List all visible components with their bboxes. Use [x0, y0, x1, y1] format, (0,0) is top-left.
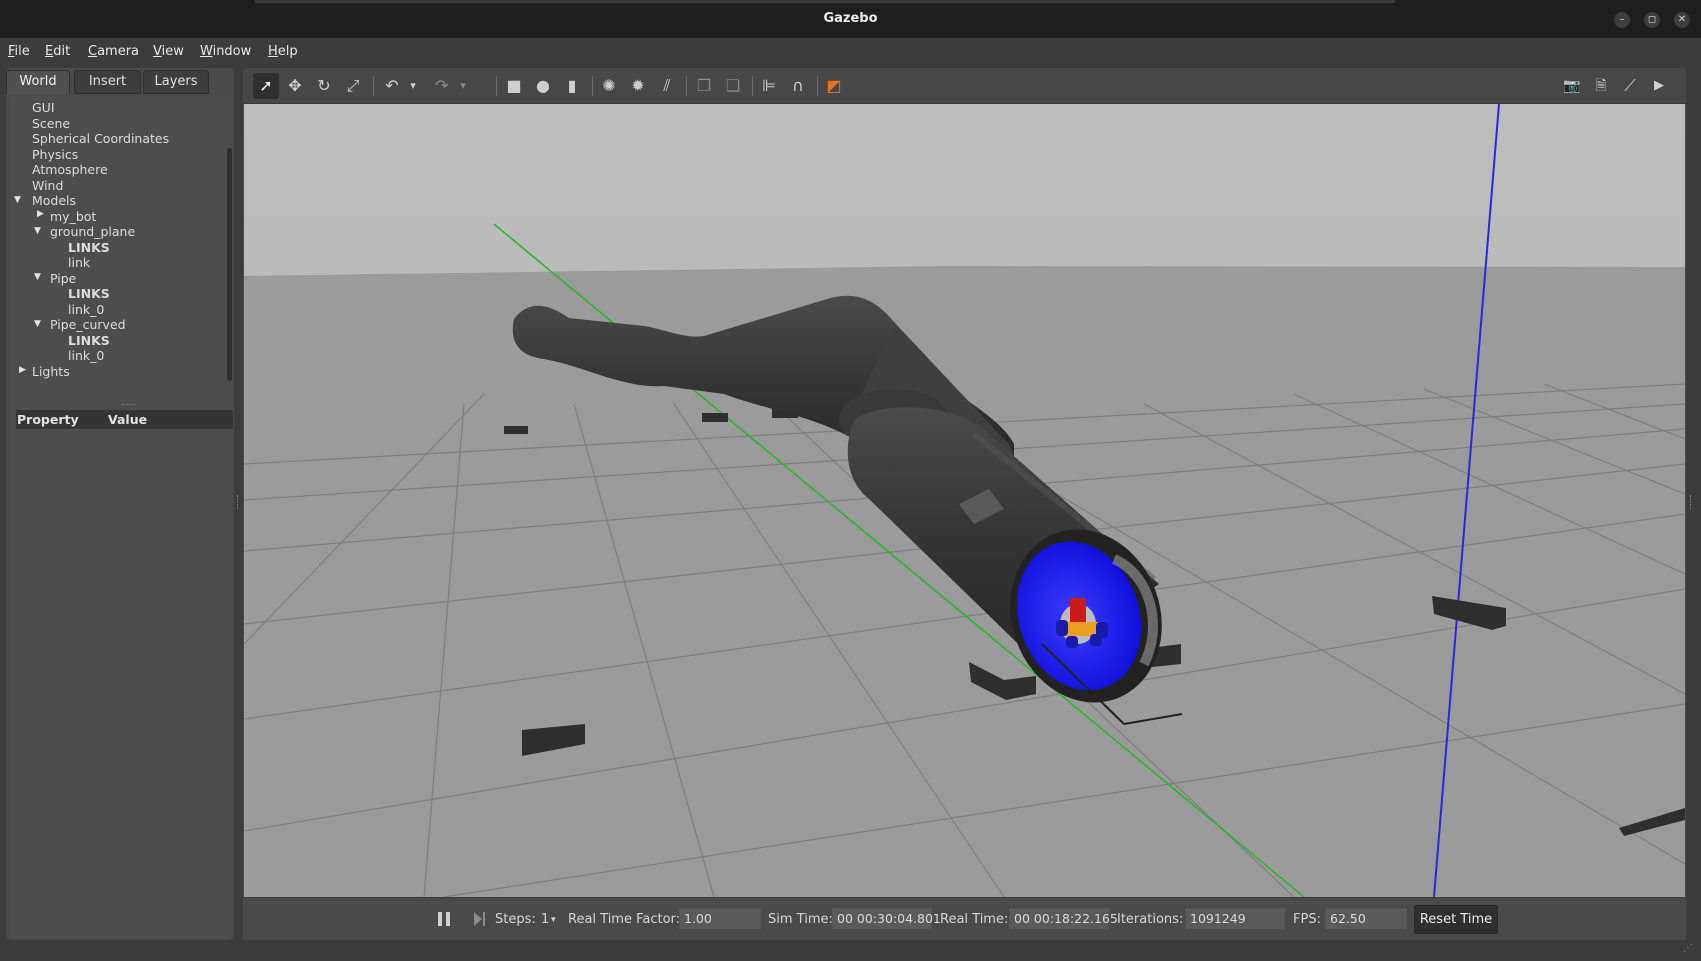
- steps-dropdown-icon[interactable]: ▾: [551, 915, 556, 925]
- fps-label: FPS:: [1293, 912, 1321, 927]
- tree-item-pipe[interactable]: Pipe: [50, 271, 76, 286]
- steps-label: Steps:: [495, 912, 536, 927]
- simulation-status-bar: Steps: 1 ▾ Real Time Factor: 1.00 Sim Ti…: [243, 897, 1686, 940]
- scale-mode-icon[interactable]: ⤢: [340, 73, 366, 99]
- tree-item-links-header: LINKS: [68, 239, 110, 255]
- select-mode-icon[interactable]: ➚: [253, 73, 279, 99]
- tree-item-physics[interactable]: Physics: [32, 147, 78, 162]
- snap-icon[interactable]: ∩: [785, 73, 811, 99]
- window-resize-grip[interactable]: ⋰: [1683, 943, 1695, 955]
- menu-edit[interactable]: Edit: [45, 44, 70, 59]
- pause-icon[interactable]: [435, 909, 453, 929]
- step-icon[interactable]: [471, 909, 489, 929]
- world-tree: GUI Scene Spherical Coordinates Physics …: [10, 96, 233, 938]
- window-tab-strip: [255, 0, 1395, 3]
- translate-mode-icon[interactable]: ✥: [282, 73, 308, 99]
- reset-time-button[interactable]: Reset Time: [1414, 905, 1498, 934]
- sim-time-label: Sim Time:: [768, 912, 833, 927]
- undo-history-dropdown-icon[interactable]: ▾: [406, 73, 420, 99]
- menu-bar: File Edit Camera View Window Help: [0, 38, 1701, 66]
- property-table-header: Property Value: [16, 410, 233, 429]
- undo-icon[interactable]: ↶: [379, 73, 405, 99]
- screenshot-icon[interactable]: 📷: [1559, 73, 1585, 99]
- tree-scrollbar[interactable]: [227, 148, 232, 381]
- expand-lights-icon[interactable]: ▶: [19, 365, 26, 375]
- real-time-factor-label: Real Time Factor:: [568, 912, 681, 927]
- copy-icon[interactable]: ❐: [691, 73, 717, 99]
- tree-item-my-bot[interactable]: my_bot: [50, 209, 96, 224]
- right-splitter-handle[interactable]: [1690, 495, 1693, 509]
- tree-item-atmosphere[interactable]: Atmosphere: [32, 162, 108, 177]
- iterations-field: 1091249: [1185, 908, 1285, 929]
- left-splitter-handle[interactable]: [237, 495, 240, 509]
- left-panel-tabs: World Insert Layers: [6, 68, 234, 95]
- tab-layers[interactable]: Layers: [143, 70, 209, 94]
- main-viewport-area: ➚ ✥ ↻ ⤢ ↶ ▾ ↷ ▾ ■ ● ▮ ✺ ✹ ⫽ ❐ ❏ ⊫ ∩ ◩ 📷: [243, 68, 1686, 940]
- menu-view[interactable]: View: [153, 44, 184, 59]
- close-button[interactable]: ✕: [1674, 12, 1690, 28]
- tree-item-scene[interactable]: Scene: [32, 116, 70, 131]
- sphere-shape-icon[interactable]: ●: [530, 73, 556, 99]
- toolbar: ➚ ✥ ↻ ⤢ ↶ ▾ ↷ ▾ ■ ● ▮ ✺ ✹ ⫽ ❐ ❏ ⊫ ∩ ◩ 📷: [243, 68, 1686, 104]
- real-time-factor-field: 1.00: [679, 908, 761, 929]
- left-panel: World Insert Layers GUI Scene Spherical …: [6, 68, 234, 940]
- video-record-icon[interactable]: ▶: [1646, 73, 1672, 99]
- tree-item-wind[interactable]: Wind: [32, 178, 63, 193]
- tree-item-link-0[interactable]: link_0: [68, 348, 104, 363]
- tree-item-ground-plane[interactable]: ground_plane: [50, 224, 135, 239]
- tree-item-links-header: LINKS: [68, 332, 110, 348]
- box-shape-icon[interactable]: ■: [501, 73, 527, 99]
- minimize-button[interactable]: –: [1614, 12, 1630, 28]
- menu-camera[interactable]: Camera: [88, 44, 139, 59]
- log-icon[interactable]: 🗎: [1588, 73, 1614, 99]
- maximize-button[interactable]: ◻: [1644, 12, 1660, 28]
- real-time-field: 00 00:18:22.165: [1009, 908, 1118, 929]
- tab-world[interactable]: World: [6, 70, 70, 94]
- paste-icon[interactable]: ❏: [720, 73, 746, 99]
- expand-models-icon[interactable]: ▼: [14, 195, 21, 205]
- real-time-label: Real Time:: [940, 912, 1009, 927]
- align-icon[interactable]: ⊫: [756, 73, 782, 99]
- menu-help[interactable]: Help: [268, 44, 298, 59]
- rotate-mode-icon[interactable]: ↻: [311, 73, 337, 99]
- tree-item-gui[interactable]: GUI: [32, 100, 55, 115]
- directional-light-icon[interactable]: ⫽: [654, 73, 680, 99]
- expand-pipe-curved-icon[interactable]: ▼: [34, 319, 41, 329]
- cylinder-shape-icon[interactable]: ▮: [559, 73, 585, 99]
- expand-my-bot-icon[interactable]: ▶: [37, 209, 44, 219]
- tree-item-spherical-coordinates[interactable]: Spherical Coordinates: [32, 131, 169, 146]
- tree-item-link-0[interactable]: link_0: [68, 302, 104, 317]
- menu-window[interactable]: Window: [200, 44, 251, 59]
- window-title: Gazebo: [823, 11, 878, 26]
- tree-item-lights[interactable]: Lights: [32, 364, 70, 379]
- tab-insert[interactable]: Insert: [74, 70, 141, 94]
- tree-item-link[interactable]: link: [68, 255, 90, 270]
- sim-time-field: 00 00:30:04.801: [832, 908, 941, 929]
- panel-splitter[interactable]: [122, 404, 136, 406]
- spot-light-icon[interactable]: ✹: [625, 73, 651, 99]
- plot-icon[interactable]: ⟋: [1617, 73, 1643, 99]
- view-angle-icon[interactable]: ◩: [821, 73, 847, 99]
- fps-field: 62.50: [1325, 908, 1407, 929]
- tree-item-models[interactable]: Models: [32, 193, 76, 208]
- redo-icon[interactable]: ↷: [429, 73, 455, 99]
- gazebo-window: Gazebo – ◻ ✕ File Edit Camera View Windo…: [0, 0, 1701, 961]
- iterations-label: Iterations:: [1117, 912, 1184, 927]
- menu-file[interactable]: File: [8, 44, 30, 59]
- tree-item-links-header: LINKS: [68, 286, 110, 301]
- 3d-scene-view[interactable]: [244, 104, 1685, 897]
- point-light-icon[interactable]: ✺: [596, 73, 622, 99]
- tree-item-pipe-curved[interactable]: Pipe_curved: [50, 317, 126, 332]
- value-column-header: Value: [108, 412, 148, 427]
- title-bar: Gazebo – ◻ ✕: [0, 0, 1701, 38]
- expand-ground-plane-icon[interactable]: ▼: [34, 226, 41, 236]
- scene-render: [244, 104, 1685, 897]
- steps-value[interactable]: 1: [541, 912, 549, 927]
- property-column-header: Property: [17, 412, 79, 427]
- expand-pipe-icon[interactable]: ▼: [34, 272, 41, 282]
- redo-history-dropdown-icon[interactable]: ▾: [456, 73, 470, 99]
